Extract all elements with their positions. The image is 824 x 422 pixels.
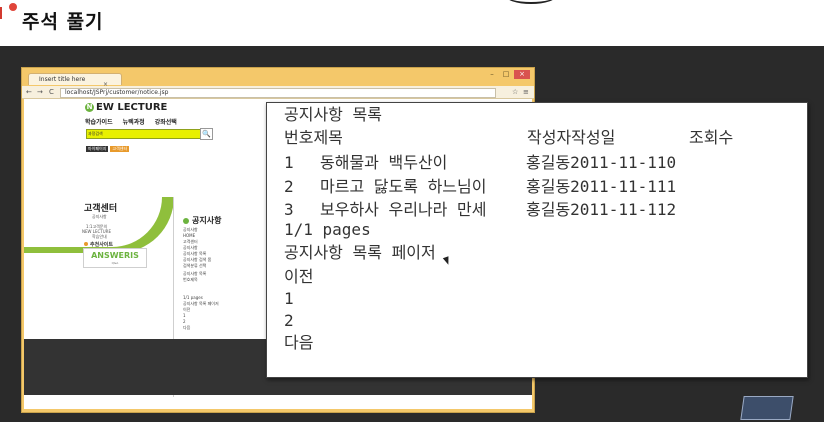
page-link-1[interactable]: 1: [284, 290, 294, 308]
row-num: 3: [284, 200, 294, 219]
small-text: 1/1 pages: [183, 295, 203, 300]
window-controls: – □ ×: [486, 70, 530, 79]
back-arrow-icon[interactable]: ←: [26, 86, 32, 98]
arc-decoration: [505, 0, 557, 4]
close-window-button[interactable]: ×: [514, 70, 530, 79]
site-logo[interactable]: N EW LECTURE: [85, 102, 167, 113]
small-text: 번호제목: [183, 277, 198, 282]
page-count: 1/1 pages: [284, 220, 371, 239]
main-nav: 학습가이드 뉴렉과정 강좌선택: [85, 117, 177, 126]
row-title-link[interactable]: 보우하사 우리나라 만세: [320, 201, 486, 219]
popup-title: 공지사항 목록: [284, 105, 382, 124]
slide-title: 주석 풀기: [22, 11, 104, 33]
small-text[interactable]: 2: [183, 319, 186, 324]
mypage-button[interactable]: 마이페이지: [86, 146, 109, 152]
browser-tab[interactable]: Insert title here ×: [28, 73, 122, 88]
row-num: 1: [284, 153, 294, 172]
red-accent-bar: [0, 7, 2, 19]
header-views: 조회수: [689, 128, 734, 147]
sidebar-title: 고객센터: [84, 204, 118, 214]
row-num: 2: [284, 177, 294, 196]
nav-item-guide[interactable]: 학습가이드: [85, 117, 113, 126]
tab-title: Insert title here: [39, 76, 86, 83]
reload-icon[interactable]: C: [49, 86, 54, 98]
small-text[interactable]: 1: [183, 313, 186, 318]
logo-text: EW LECTURE: [96, 102, 168, 113]
bookmark-star-icon[interactable]: ☆: [512, 86, 518, 98]
row-author-date: 홍길동2011-11-112: [526, 200, 677, 219]
maximize-button[interactable]: □: [500, 70, 512, 79]
red-bullet-icon: [9, 3, 17, 11]
menu-icon[interactable]: ≡: [523, 86, 529, 98]
search-icon[interactable]: 🔍: [200, 128, 213, 140]
minimize-button[interactable]: –: [486, 70, 498, 79]
notice-list-zoom: 공지사항 목록 번호제목 작성자작성일 조회수 1 동해물과 백두산이 홍길동2…: [266, 102, 808, 378]
slide-header: 주석 풀기: [0, 0, 824, 46]
course-search-input[interactable]: 과정검색: [86, 129, 212, 139]
address-bar-row: ← → C localhost/JSPrj/customer/notice.js…: [22, 86, 534, 99]
small-text[interactable]: 검색분류 선택: [183, 263, 206, 269]
partner-logo-text: ANSWERIS: [91, 251, 139, 260]
recommended-sites: 추천사이트: [84, 241, 113, 248]
header-author-date: 작성자작성일: [527, 128, 616, 147]
small-text[interactable]: HOME: [183, 233, 195, 238]
green-dot-icon: [183, 217, 189, 224]
prev-link[interactable]: 이전: [284, 268, 313, 286]
notice-heading: 공지사항: [183, 215, 221, 226]
row-title-link[interactable]: 마르고 닳도록 하느님이: [320, 178, 486, 196]
laptop-thumbnail: [740, 396, 794, 420]
bullet-icon: [84, 242, 88, 246]
row-author-date: 홍길동2011-11-110: [526, 153, 677, 172]
nav-item-lecture[interactable]: 강좌선택: [155, 117, 177, 126]
notice-heading-text: 공지사항: [192, 216, 222, 225]
small-text[interactable]: 다음: [183, 325, 190, 331]
page-link-2[interactable]: 2: [284, 312, 294, 330]
row-author-date: 홍길동2011-11-111: [526, 177, 677, 196]
member-menu: 마이페이지 고객센터: [86, 146, 130, 152]
customer-center-button[interactable]: 고객센터: [110, 146, 130, 152]
sidebar-item-guide[interactable]: 학습안내: [92, 234, 107, 240]
next-link[interactable]: 다음: [284, 334, 313, 352]
pager-title: 공지사항 목록 페이저: [284, 243, 436, 262]
logo-n-icon: N: [85, 102, 94, 112]
row-title-link[interactable]: 동해물과 백두산이: [320, 154, 447, 172]
partner-logo-tagline: Q&A: [111, 261, 119, 265]
nav-item-course[interactable]: 뉴렉과정: [123, 117, 145, 126]
sidebar-item-notice[interactable]: 공지사항: [92, 214, 107, 220]
forward-arrow-icon[interactable]: →: [37, 86, 43, 98]
search-label: 과정검색: [88, 131, 103, 136]
partner-logo[interactable]: ANSWERIS Q&A: [83, 248, 147, 268]
header-num-title: 번호제목: [284, 128, 343, 147]
url-input[interactable]: localhost/JSPrj/customer/notice.jsp: [60, 88, 496, 98]
